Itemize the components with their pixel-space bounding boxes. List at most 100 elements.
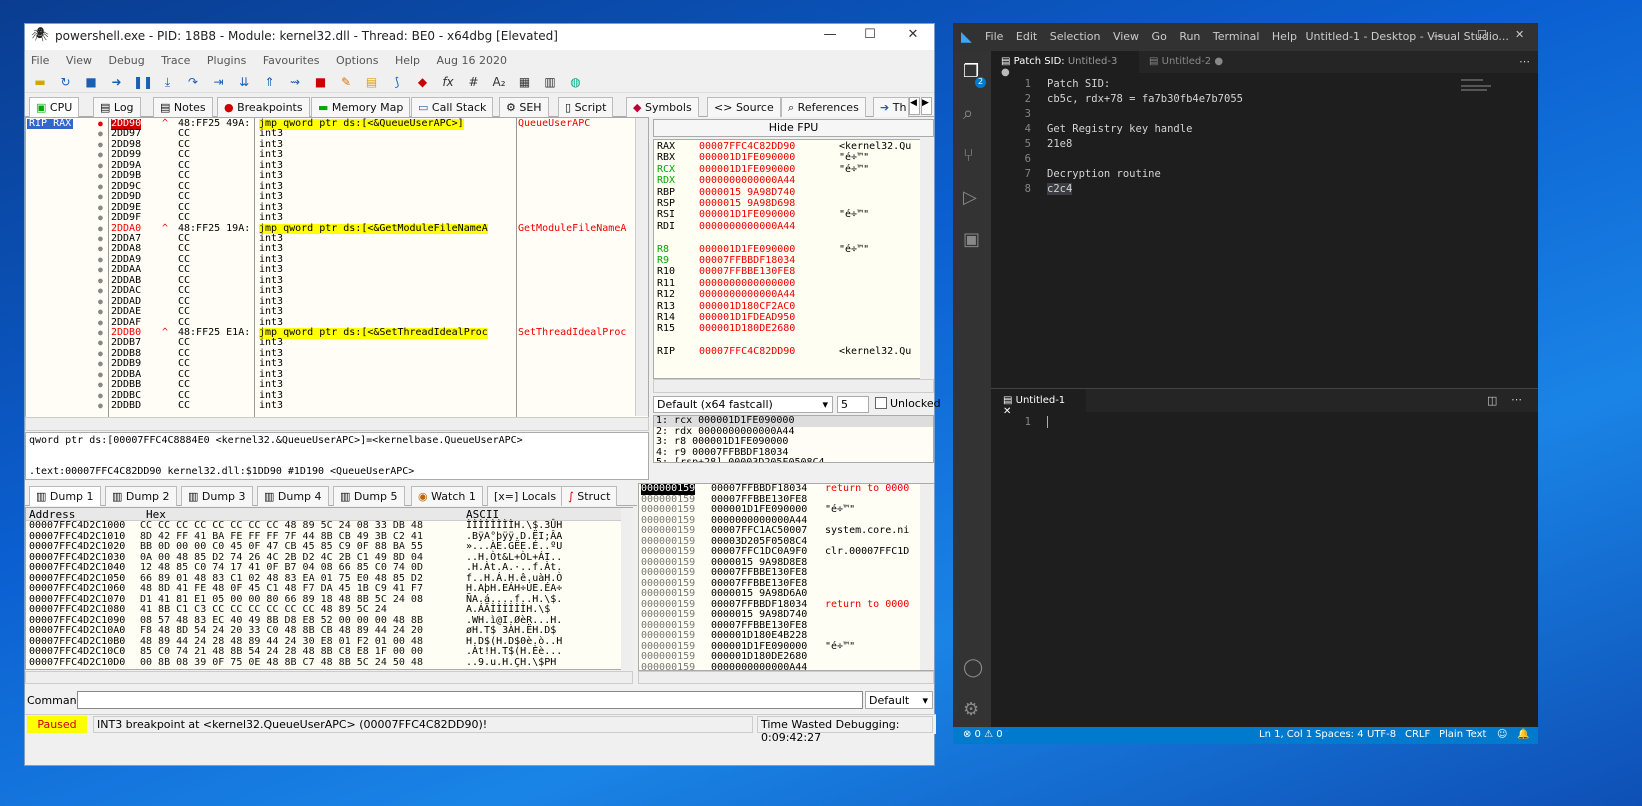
stack-row[interactable]: 000000159 0000000000000A44	[639, 662, 933, 670]
register-row[interactable]: R10 00007FFBBE130FE8	[657, 267, 933, 278]
register-row[interactable]: RDX 0000000000000A44	[657, 176, 933, 187]
menu-trace[interactable]: Trace	[161, 54, 190, 67]
code-line[interactable]: 6	[991, 152, 1461, 167]
registers-hscrollbar[interactable]	[653, 379, 934, 393]
unlocked-checkbox[interactable]	[875, 397, 887, 409]
tab-memory-map[interactable]: ▬ Memory Map	[311, 97, 411, 117]
code-line[interactable]: 5 21e8	[991, 137, 1461, 152]
comment-icon[interactable]: ▤	[363, 73, 381, 91]
breakpoint-dot-icon[interactable]: ●	[98, 380, 103, 391]
breakpoint-dot-icon[interactable]: ●	[98, 203, 103, 214]
minimap[interactable]	[1461, 75, 1525, 115]
disasm-row[interactable]: ● 2DDBD CC int3	[26, 401, 648, 412]
register-row[interactable]: RIP 00007FFC4C82DD90 <kernel32.Qu	[657, 347, 933, 358]
open-icon[interactable]: ▬	[31, 73, 49, 91]
stack-row[interactable]: 000000159 000001D1FE090000 "é÷™"	[639, 504, 933, 516]
menu-debug[interactable]: Debug	[109, 54, 145, 67]
vs-menu-help[interactable]: Help	[1272, 30, 1297, 43]
breakpoint-dot-icon[interactable]: ●	[98, 234, 103, 245]
tab-breakpoints[interactable]: ● Breakpoints	[217, 97, 310, 117]
tab-symbols[interactable]: ◆ Symbols	[626, 97, 699, 117]
breakpoint-dot-icon[interactable]: ●	[98, 401, 103, 412]
dump-row[interactable]: 00007FFC4D2C1000 CC CC CC CC CC CC CC CC …	[26, 520, 632, 532]
breakpoint-dot-icon[interactable]: ●	[98, 349, 103, 360]
register-row[interactable]: RBP 0000015 9A98D740	[657, 187, 933, 199]
tab-watch-1[interactable]: ◉ Watch 1	[411, 486, 483, 506]
register-row[interactable]: R15 000001D180DE2680	[657, 324, 933, 335]
problems-indicator[interactable]: ⊗ 0 ⚠ 0	[963, 729, 1003, 740]
tab-threads[interactable]: ➔ Th	[873, 97, 909, 117]
stack-row[interactable]: 000000159 000001D180DE2680	[639, 651, 933, 663]
tab-untitled-3[interactable]: ▤ Patch SID: Untitled-3 ●	[991, 51, 1139, 78]
breakpoint-dot-icon[interactable]: ●	[98, 150, 103, 161]
run-to-user-code-icon[interactable]: ⇝	[286, 73, 304, 91]
close-icon[interactable]: ✕	[898, 27, 928, 47]
notifications-icon[interactable]: 🔔	[1517, 729, 1529, 740]
breakpoint-dot-icon[interactable]: ●	[98, 224, 103, 235]
bookmark-icon[interactable]: ◆	[414, 73, 432, 91]
calculator-icon[interactable]: ▦	[516, 73, 534, 91]
argument-row[interactable]: 1: rcx 000001D1FE090000	[654, 416, 933, 427]
stack-row[interactable]: 000000159 000001D180E4B228	[639, 630, 933, 642]
stack-row[interactable]: 000000159 0000015 9A98D6A0	[639, 588, 933, 600]
breakpoint-icon[interactable]: ■	[312, 73, 330, 91]
settings-gear-icon[interactable]: ⚙	[963, 699, 979, 720]
trace-into-icon[interactable]: ⇥	[210, 73, 228, 91]
label-icon[interactable]: ⟆	[388, 73, 406, 91]
vs-menu-file[interactable]: File	[985, 30, 1003, 43]
vs-menu-terminal[interactable]: Terminal	[1213, 30, 1260, 43]
encoding[interactable]: UTF-8	[1367, 729, 1396, 740]
register-row[interactable]: R11 0000000000000000	[657, 278, 933, 290]
minimize-icon[interactable]: —	[815, 27, 845, 47]
execute-till-return-icon[interactable]: ⇑	[261, 73, 279, 91]
code-line[interactable]: 8 c2c4	[991, 182, 1461, 197]
stack-scrollbar[interactable]	[920, 484, 934, 670]
breakpoint-dot-icon[interactable]: ●	[98, 328, 103, 339]
breakpoint-dot-icon[interactable]: ●	[98, 370, 103, 381]
menu-favourites[interactable]: Favourites	[263, 54, 320, 67]
register-row[interactable]: RBX 000001D1FE090000 "é÷™"	[657, 153, 933, 164]
cursor-position[interactable]: Ln 1, Col 1	[1259, 729, 1312, 740]
tab-script[interactable]: ▯ Script	[558, 97, 614, 117]
editor-bottom-line[interactable]: 1	[991, 415, 1055, 430]
tab-scroll-left-icon[interactable]: ◀	[909, 97, 920, 115]
breakpoint-dot-icon[interactable]: ●	[98, 307, 103, 318]
tab-cpu[interactable]: ▣ CPU	[29, 97, 80, 117]
register-row[interactable]: R8 000001D1FE090000 "é÷™"	[657, 244, 933, 256]
breakpoint-dot-icon[interactable]: ●	[98, 244, 103, 255]
code-line[interactable]: 4 Get Registry key handle	[991, 122, 1461, 137]
register-row[interactable]: RCX 000001D1FE090000 "é÷™"	[657, 164, 933, 176]
dump-row[interactable]: 00007FFC4D2C10C0 85 C0 74 21 48 8B 54 24 …	[26, 646, 632, 658]
dump-view[interactable]: Address Hex ASCII 00007FFC4D2C1000 CC CC …	[25, 507, 633, 670]
command-input[interactable]	[77, 691, 863, 709]
tab-log[interactable]: ▤ Log	[93, 97, 141, 117]
stack-view[interactable]: 000000159 00007FFBBDF18034 return to 0000 0…	[638, 483, 934, 671]
step-over-icon[interactable]: ↷	[184, 73, 202, 91]
dump-row[interactable]: 00007FFC4D2C10D0 00 8B 08 39 0F 75 0E 48 …	[26, 657, 632, 669]
dump-hscrollbar[interactable]	[25, 671, 633, 684]
tab-seh[interactable]: ⚙ SEH	[499, 97, 549, 117]
patch-icon[interactable]: ✎	[337, 73, 355, 91]
argument-row[interactable]: 5: [rsp+28] 00003D205F0508C4	[654, 457, 933, 462]
dump-row[interactable]: 00007FFC4D2C1060 48 8D 41 FE 48 0F 45 C1 …	[26, 583, 632, 595]
dump-row[interactable]: 00007FFC4D2C1080 41 8B C1 C3 CC CC CC CC …	[26, 604, 632, 616]
register-row[interactable]: R14 000001D1FDEAD950	[657, 312, 933, 324]
menu-options[interactable]: Options	[336, 54, 378, 67]
tab-dump-2[interactable]: ▥ Dump 2	[105, 486, 177, 506]
dump-scrollbar[interactable]	[621, 508, 633, 670]
tab-notes[interactable]: ▤ Notes	[153, 97, 213, 117]
code-line[interactable]: 3	[991, 107, 1461, 122]
stack-row[interactable]: 000000159 00007FFBBDF18034 return to 0000	[639, 484, 933, 495]
register-row[interactable]	[657, 336, 933, 347]
breakpoint-dot-icon[interactable]: ●	[98, 119, 103, 130]
maximize-icon[interactable]: ☐	[855, 27, 885, 47]
menu-file[interactable]: File	[31, 54, 49, 67]
step-into-icon[interactable]: ⤓	[159, 73, 177, 91]
stack-row[interactable]: 000000159 0000015 9A98D740	[639, 609, 933, 621]
tab-source[interactable]: <> Source	[707, 97, 781, 117]
tab-scroll-right-icon[interactable]: ▶	[921, 97, 932, 115]
breakpoint-dot-icon[interactable]: ●	[98, 265, 103, 276]
vs-menu-selection[interactable]: Selection	[1050, 30, 1101, 43]
hash-icon[interactable]: #	[465, 73, 483, 91]
disassembly-view[interactable]: RIP RAX ● 2DD90 ^ 48:FF25 49A: jmp qword ptr …	[25, 117, 649, 431]
